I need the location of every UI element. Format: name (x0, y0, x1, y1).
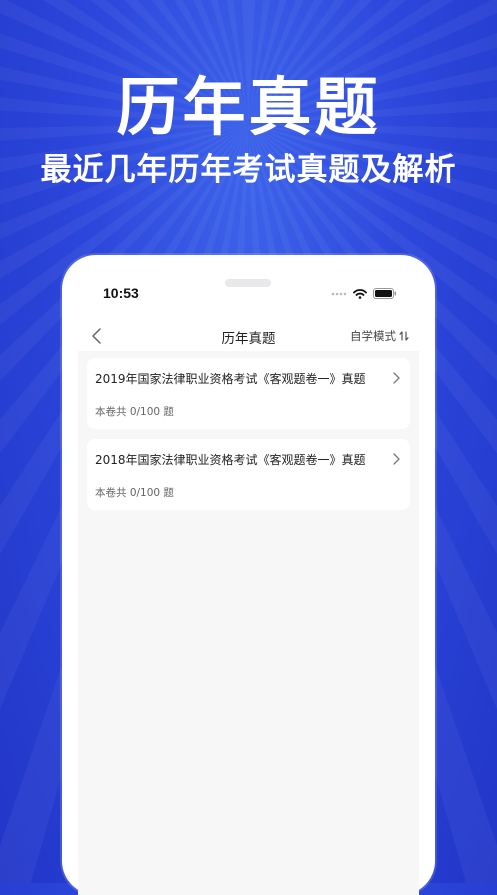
chevron-right-icon (393, 372, 400, 384)
promo-headline: 历年真题 (116, 71, 381, 144)
phone-notch (225, 279, 271, 287)
paper-title: 2018年国家法律职业资格考试《客观题卷一》真题 (95, 453, 366, 467)
paper-card[interactable]: 2019年国家法律职业资格考试《客观题卷一》真题 本卷共 0/100 题 (87, 358, 410, 429)
navigation-bar: 历年真题 自学模式 (78, 321, 419, 353)
battery-icon (373, 288, 397, 299)
paper-progress: 本卷共 0/100 题 (95, 487, 174, 499)
phone-frame: 10:53 历年真题 自学模式 2019年国家法律职业资格考试《客观题卷一》真题… (62, 255, 435, 895)
paper-card[interactable]: 2018年国家法律职业资格考试《客观题卷一》真题 本卷共 0/100 题 (87, 439, 410, 510)
top-bar: 10:53 历年真题 自学模式 (78, 271, 419, 351)
study-mode-label: 自学模式 (350, 329, 396, 343)
paper-title: 2019年国家法律职业资格考试《客观题卷一》真题 (95, 372, 366, 386)
paper-progress: 本卷共 0/100 题 (95, 406, 174, 418)
status-time: 10:53 (103, 285, 139, 301)
study-mode-button[interactable]: 自学模式 (350, 328, 409, 344)
paper-list: 2019年国家法律职业资格考试《客观题卷一》真题 本卷共 0/100 题 201… (87, 358, 410, 520)
status-icons (331, 288, 397, 299)
phone-screen: 10:53 历年真题 自学模式 2019年国家法律职业资格考试《客观题卷一》真题… (78, 271, 419, 895)
wifi-icon (353, 288, 367, 299)
sort-arrows-icon (399, 331, 409, 341)
chevron-right-icon (393, 453, 400, 465)
signal-icon (331, 292, 347, 295)
promo-subline: 最近几年历年考试真题及解析 (40, 152, 457, 188)
